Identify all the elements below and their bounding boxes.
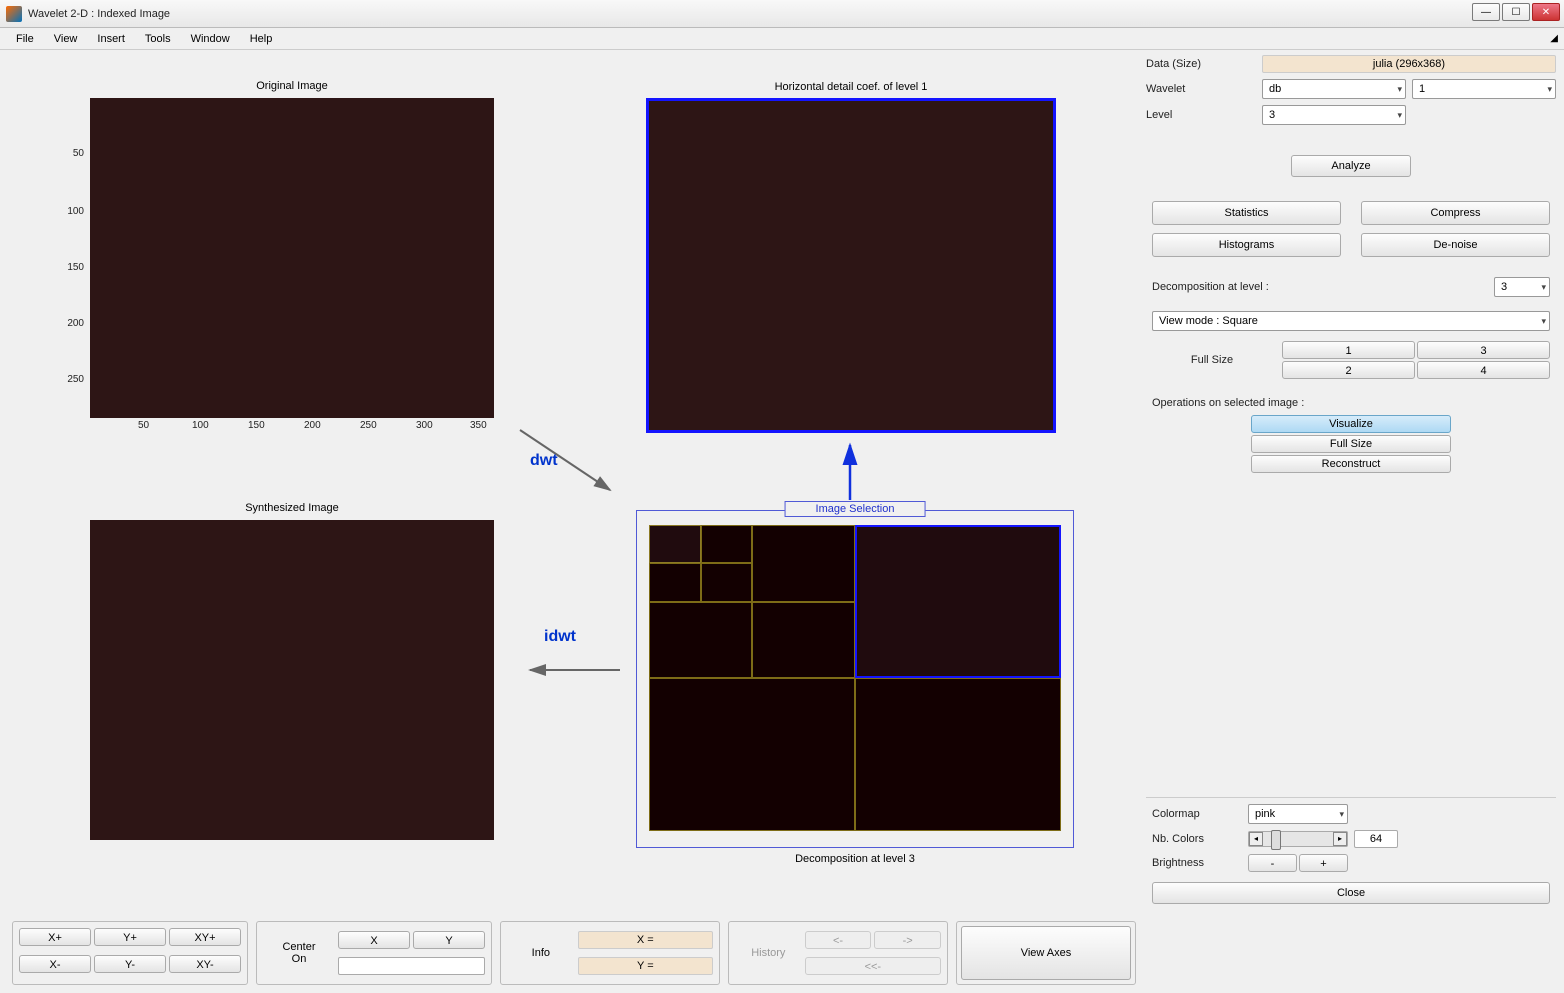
detail-coef-axes[interactable]: Horizontal detail coef. of level 1 (646, 98, 1056, 433)
detail-coef-title: Horizontal detail coef. of level 1 (649, 81, 1053, 93)
menu-insert[interactable]: Insert (89, 31, 133, 47)
menu-file[interactable]: File (8, 31, 42, 47)
statistics-button[interactable]: Statistics (1152, 201, 1341, 225)
decomp-level-label: Decomposition at level : (1152, 281, 1486, 293)
menu-window[interactable]: Window (183, 31, 238, 47)
center-panel: Center On X Y (256, 921, 492, 985)
zoom-xminus-button[interactable]: X- (19, 955, 91, 973)
analyze-button[interactable]: Analyze (1291, 155, 1411, 177)
colormap-select[interactable]: pink (1248, 804, 1348, 824)
info-label: Info (507, 947, 575, 959)
menu-help[interactable]: Help (242, 31, 281, 47)
fullsize-button[interactable]: Full Size (1251, 435, 1451, 453)
app-icon (6, 6, 22, 22)
nbcolors-value[interactable]: 64 (1354, 830, 1398, 848)
figure-canvas: Original Image 50 100 150 200 250 50 100… (0, 50, 1138, 910)
title-bar: Wavelet 2-D : Indexed Image — ☐ ✕ (0, 0, 1564, 28)
zoom-xyplus-button[interactable]: XY+ (169, 928, 241, 946)
original-yticks: 50 100 150 200 250 (62, 98, 88, 418)
zoom-yminus-button[interactable]: Y- (94, 955, 166, 973)
parameters-panel: Data (Size) julia (296x368) Wavelet db 1… (1146, 55, 1556, 910)
synthesized-image (90, 520, 494, 840)
original-image-title: Original Image (90, 80, 494, 92)
synthesized-image-axes[interactable]: Synthesized Image (90, 520, 494, 840)
on-label: On (263, 953, 335, 965)
histograms-button[interactable]: Histograms (1152, 233, 1341, 257)
viewaxes-panel: View Axes (956, 921, 1136, 985)
data-size-label: Data (Size) (1146, 58, 1256, 70)
level-select[interactable]: 3 (1262, 105, 1406, 125)
zoom-xyminus-button[interactable]: XY- (169, 955, 241, 973)
reconstruct-button[interactable]: Reconstruct (1251, 455, 1451, 473)
history-label: History (735, 947, 802, 959)
close-button[interactable]: ✕ (1532, 3, 1560, 21)
brightness-plus-button[interactable]: + (1299, 854, 1348, 872)
window-title: Wavelet 2-D : Indexed Image (28, 8, 170, 20)
operations-label: Operations on selected image : (1146, 397, 1556, 409)
toolbar-overflow-icon[interactable]: ◢ (1550, 33, 1558, 44)
center-y-button[interactable]: Y (413, 931, 485, 949)
center-label: Center (263, 941, 335, 953)
original-image (90, 98, 494, 418)
compress-button[interactable]: Compress (1361, 201, 1550, 225)
denoise-button[interactable]: De-noise (1361, 233, 1550, 257)
menu-view[interactable]: View (46, 31, 86, 47)
wavelet-label: Wavelet (1146, 83, 1256, 95)
brightness-minus-button[interactable]: - (1248, 854, 1297, 872)
detail-coef-image (649, 101, 1053, 430)
close-panel-button[interactable]: Close (1152, 882, 1550, 904)
original-image-axes[interactable]: Original Image 50 100 150 200 250 50 100… (90, 98, 494, 418)
wavelet-family-select[interactable]: db (1262, 79, 1406, 99)
zoom-xplus-button[interactable]: X+ (19, 928, 91, 946)
maximize-button[interactable]: ☐ (1502, 3, 1530, 21)
center-input[interactable] (338, 957, 485, 975)
fullsize-label: Full Size (1152, 354, 1272, 366)
bottom-toolbar: X+ Y+ XY+ X- Y- XY- Center On X Y Info X… (12, 921, 1552, 985)
info-panel: Info X = Y = (500, 921, 720, 985)
idwt-label: idwt (544, 628, 576, 646)
menu-tools[interactable]: Tools (137, 31, 179, 47)
history-rewind-button[interactable]: <<- (805, 957, 941, 975)
zoom-panel: X+ Y+ XY+ X- Y- XY- (12, 921, 248, 985)
info-y-value: Y = (578, 957, 713, 975)
nbcolors-label: Nb. Colors (1152, 833, 1242, 845)
dwt-label: dwt (530, 452, 558, 470)
visualize-button[interactable]: Visualize (1251, 415, 1451, 433)
center-x-button[interactable]: X (338, 931, 410, 949)
nbcolors-slider[interactable]: ◂ ▸ (1248, 831, 1348, 847)
minimize-button[interactable]: — (1472, 3, 1500, 21)
level-label: Level (1146, 109, 1256, 121)
history-forward-button[interactable]: -> (874, 931, 941, 949)
synthesized-image-title: Synthesized Image (90, 502, 494, 514)
zoom-yplus-button[interactable]: Y+ (94, 928, 166, 946)
wavelet-number-select[interactable]: 1 (1412, 79, 1556, 99)
info-x-value: X = (578, 931, 713, 949)
image-selection-label: Image Selection (785, 501, 926, 517)
data-size-value: julia (296x368) (1262, 55, 1556, 73)
decomp-level-select[interactable]: 3 (1494, 277, 1550, 297)
fullsize-2-button[interactable]: 2 (1282, 361, 1415, 379)
original-xticks: 50 100 150 200 250 300 350 (90, 420, 494, 434)
colormap-label: Colormap (1152, 808, 1242, 820)
decomposition-title: Decomposition at level 3 (637, 853, 1073, 865)
fullsize-3-button[interactable]: 3 (1417, 341, 1550, 359)
brightness-label: Brightness (1152, 857, 1242, 869)
history-back-button[interactable]: <- (805, 931, 872, 949)
view-axes-button[interactable]: View Axes (961, 926, 1131, 980)
history-panel: History <- -> <<- (728, 921, 948, 985)
fullsize-4-button[interactable]: 4 (1417, 361, 1550, 379)
fullsize-1-button[interactable]: 1 (1282, 341, 1415, 359)
menu-bar: File View Insert Tools Window Help ◢ (0, 28, 1564, 50)
selected-subband[interactable] (855, 525, 1061, 678)
decomposition-axes[interactable]: Image Selection Decomposition at level 3 (636, 510, 1074, 848)
viewmode-select[interactable]: View mode : Square (1152, 311, 1550, 331)
